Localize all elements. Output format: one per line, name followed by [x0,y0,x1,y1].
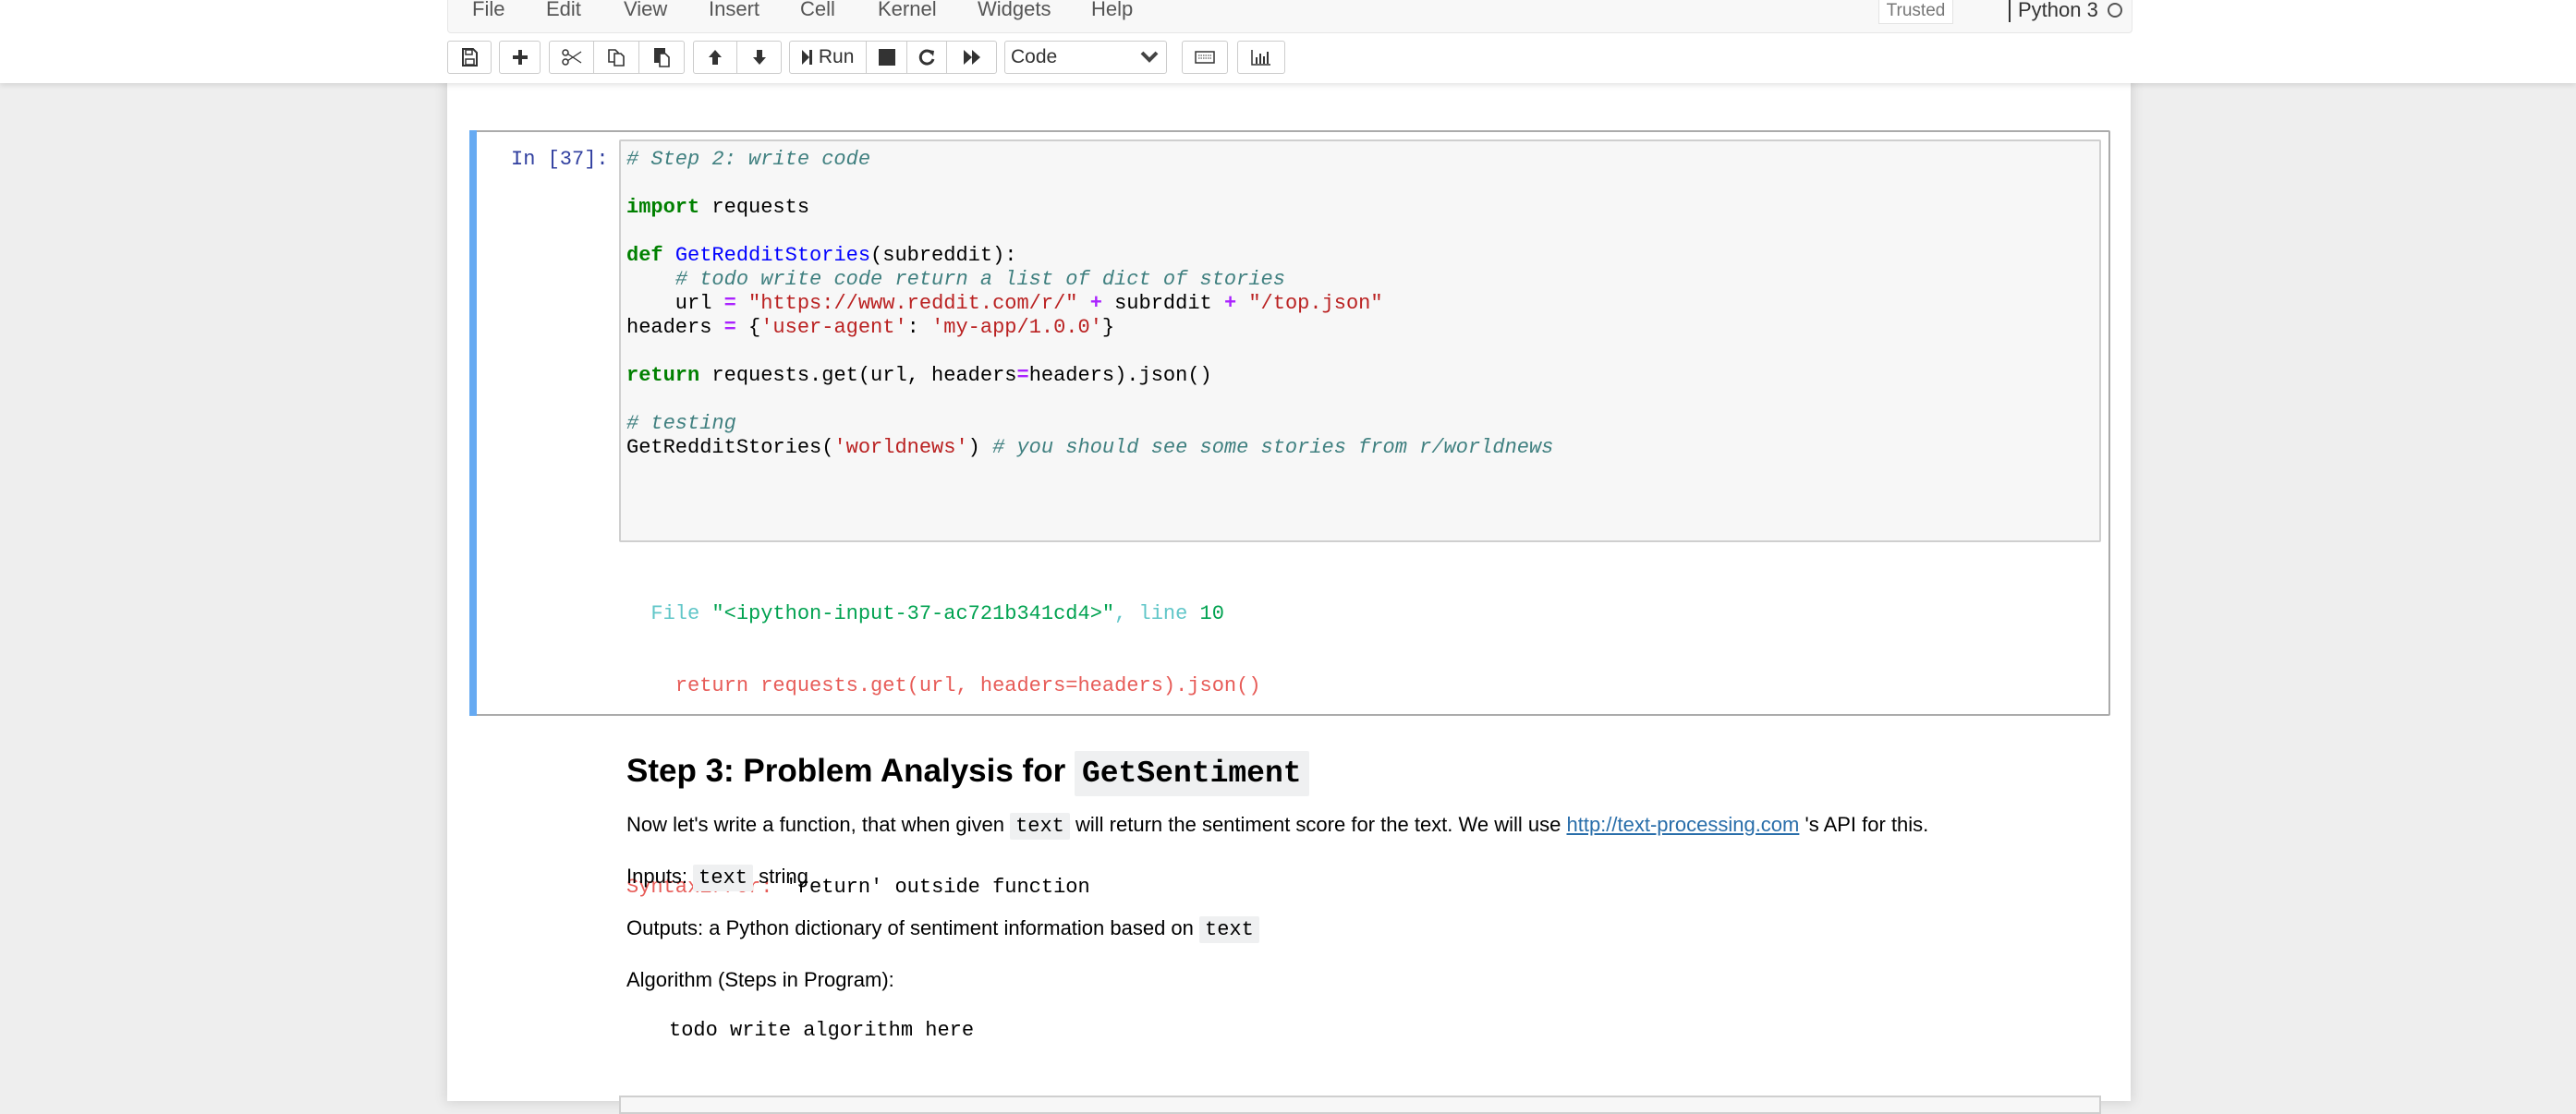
text: will return the sentiment score for the … [1069,813,1567,836]
menu-insert[interactable]: Insert [709,0,759,19]
notebook-header: File Edit View Insert Cell Kernel Widget… [0,0,2576,83]
heading-code: GetSentiment [1074,751,1309,796]
heading-text: Step 3: Problem Analysis for [626,753,1075,789]
markdown-inputs: Inputs: text string [626,865,808,891]
file-label: File [650,602,712,625]
code-line[interactable] [626,172,1553,196]
save-button[interactable] [447,41,492,74]
error-message: 'return' outside function [772,876,1090,899]
menu-file[interactable]: File [472,0,504,19]
arrow-up-icon [709,50,722,65]
cell-type-value: Code [1011,46,1058,67]
step-forward-icon [801,50,812,65]
kernel-status-icon [2108,3,2122,18]
menu-kernel[interactable]: Kernel [878,0,937,19]
code-line[interactable]: return requests.get(url, headers=headers… [626,364,1553,388]
markdown-outputs: Outputs: a Python dictionary of sentimen… [626,916,1259,943]
code-line[interactable] [626,388,1553,412]
run-label: Run [818,46,855,67]
command-palette-button[interactable] [1182,41,1228,74]
code-line[interactable] [626,340,1553,364]
next-code-cell[interactable] [619,1096,2101,1114]
cell-type-select[interactable]: Code [1004,41,1167,74]
code-text[interactable]: # Step 2: write code import requests def… [626,148,1553,460]
inline-code: text [1010,813,1070,840]
trusted-badge[interactable]: Trusted [1878,0,1953,24]
kernel-name[interactable]: Python 3 [2009,0,2098,22]
text: 's API for this. [1799,813,1929,836]
markdown-algorithm: Algorithm (Steps in Program): [626,968,894,991]
code-line[interactable] [626,220,1553,244]
code-line[interactable]: headers = {'user-agent': 'my-app/1.0.0'} [626,316,1553,340]
code-line[interactable]: url = "https://www.reddit.com/r/" + subr… [626,292,1553,316]
code-line[interactable]: def GetRedditStories(subreddit): [626,244,1553,268]
inline-code: text [693,865,753,891]
line-number: 10 [1199,602,1224,625]
move-down-button[interactable] [737,42,781,73]
traceback-code-line: return requests.get(url, headers=headers… [626,674,1261,698]
stop-icon [878,49,895,66]
error-code: return requests.get(url, headers=headers… [674,674,1261,697]
code-line[interactable]: # Step 2: write code [626,148,1553,172]
arrow-down-icon [752,50,766,65]
interrupt-kernel-button[interactable] [867,42,907,73]
cell-prompt: In [37]: [511,148,609,171]
traceback-file-line: File "<ipython-input-37-ac721b341cd4>", … [626,602,1261,626]
markdown-heading: Step 3: Problem Analysis for GetSentimen… [626,751,1309,796]
edit-button-group [549,41,685,74]
move-button-group [693,41,782,74]
text: Outputs: a Python dictionary of sentimen… [626,916,1200,939]
code-line[interactable]: # todo write code return a list of dict … [626,268,1553,292]
restart-run-all-button[interactable] [947,42,996,73]
run-button-group: Run [789,41,997,74]
cut-button[interactable] [550,42,595,73]
copy-icon [608,49,625,67]
run-button[interactable]: Run [790,42,868,73]
restart-kernel-button[interactable] [907,42,948,73]
insert-cell-button[interactable] [499,41,541,74]
scissors-icon [561,49,582,66]
markdown-paragraph-intro: Now let's write a function, that when gi… [626,813,1929,840]
menu-edit[interactable]: Edit [546,0,581,19]
text: Inputs: [626,865,694,888]
chevron-down-icon [1140,51,1159,63]
menu-view[interactable]: View [624,0,667,19]
algorithm-code-block: todo write algorithm here [669,1019,975,1042]
fast-forward-icon [963,50,980,65]
menu-help[interactable]: Help [1091,0,1133,19]
code-line[interactable]: GetRedditStories('worldnews') # you shou… [626,436,1553,460]
keyboard-icon [1195,51,1215,64]
text: string [752,865,808,888]
menu-widgets[interactable]: Widgets [978,0,1051,19]
chart-button[interactable] [1237,41,1285,74]
line-label: , line [1114,602,1200,625]
text: Now let's write a function, that when gi… [626,813,1011,836]
restart-icon [919,49,935,66]
inline-code: text [1199,916,1259,943]
code-line[interactable]: import requests [626,196,1553,220]
paste-button[interactable] [639,42,684,73]
copy-button[interactable] [594,42,639,73]
cell-selected-indicator [469,130,477,716]
code-line[interactable]: # testing [626,412,1553,436]
text-processing-link[interactable]: http://text-processing.com [1566,813,1799,836]
save-icon [462,48,478,67]
move-up-button[interactable] [694,42,738,73]
plus-icon [512,50,528,65]
menu-cell[interactable]: Cell [800,0,835,19]
bar-chart-icon [1251,50,1270,66]
file-name: "<ipython-input-37-ac721b341cd4>" [711,602,1115,625]
paste-icon [653,48,670,67]
